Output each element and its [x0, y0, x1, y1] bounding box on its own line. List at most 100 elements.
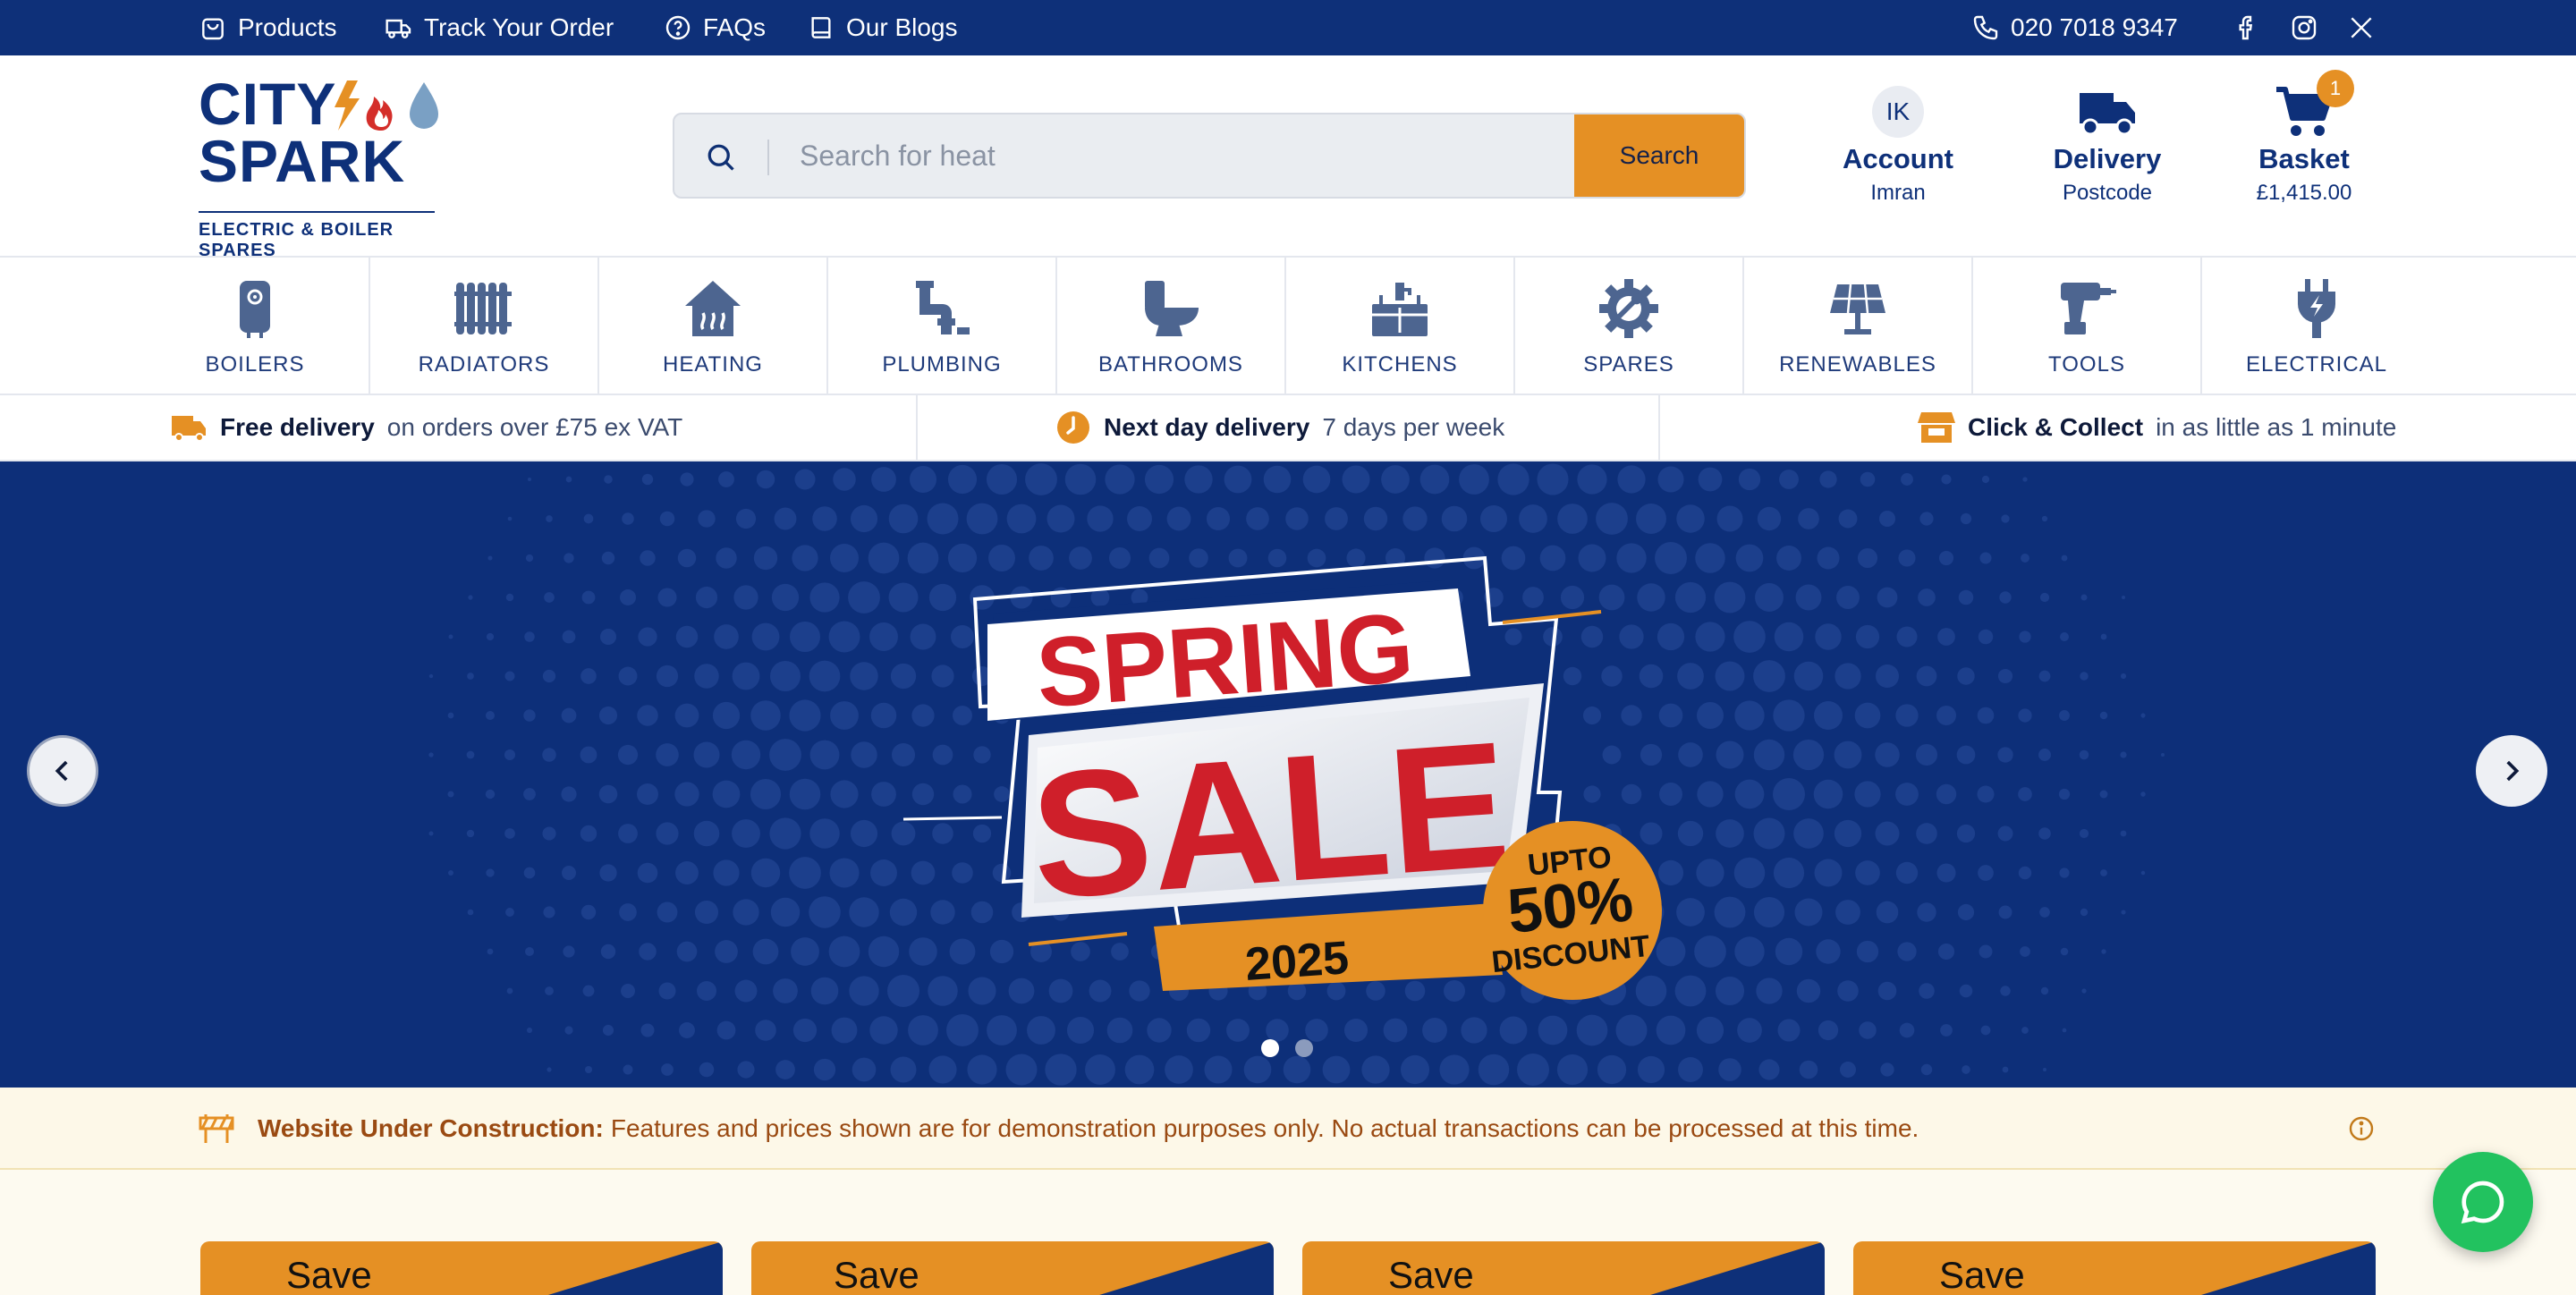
- halftone-dot: [735, 508, 757, 529]
- halftone-dot: [849, 897, 879, 927]
- halftone-dot: [1793, 818, 1824, 849]
- halftone-dot: [1936, 783, 1957, 805]
- halftone-dot: [487, 555, 493, 561]
- halftone-dot: [1859, 1021, 1877, 1039]
- banner-word-sale: SALE: [1025, 705, 1515, 937]
- halftone-dot: [1917, 902, 1936, 922]
- drill-icon: [2061, 283, 2116, 334]
- facebook-icon[interactable]: [2233, 13, 2261, 42]
- halftone-dot: [716, 1020, 736, 1040]
- halftone-dot: [1875, 742, 1900, 767]
- halftone-dot: [1596, 503, 1628, 535]
- halftone-dot: [1899, 1022, 1915, 1038]
- brand-logo[interactable]: CITY SPARK ELECTRIC & BOILER SPARES: [199, 74, 449, 260]
- usp-click-collect: Click & Collect in as little as 1 minute: [1918, 395, 2396, 460]
- promo-card[interactable]: Save: [751, 1241, 1274, 1295]
- halftone-dot: [1999, 591, 2012, 604]
- halftone-dot: [1166, 506, 1191, 531]
- halftone-dot: [750, 778, 782, 810]
- halftone-dot: [1696, 701, 1724, 730]
- promo-card[interactable]: Save: [1853, 1241, 2376, 1295]
- carousel-dot-1[interactable]: [1261, 1039, 1279, 1057]
- halftone-dot: [750, 700, 781, 731]
- halftone-dot: [850, 662, 878, 690]
- halftone-dot: [637, 783, 658, 805]
- halftone-dot: [810, 977, 839, 1005]
- halftone-dot: [2022, 477, 2028, 482]
- halftone-dot: [505, 908, 514, 917]
- halftone-dot: [1400, 1054, 1430, 1085]
- halftone-dot: [1577, 464, 1607, 495]
- info-icon[interactable]: [2347, 1114, 2376, 1143]
- halftone-dot: [986, 463, 1018, 495]
- promo-card[interactable]: Save: [200, 1241, 723, 1295]
- track-order-link[interactable]: Track Your Order: [385, 0, 614, 55]
- usp-subtitle: 7 days per week: [1322, 413, 1505, 441]
- category-kitchens[interactable]: KITCHENS: [1286, 258, 1515, 394]
- basket-menu[interactable]: 1 Basket £1,415.00: [2252, 70, 2356, 206]
- halftone-dot: [506, 987, 513, 995]
- halftone-dot: [564, 553, 574, 563]
- halftone-dot: [2040, 986, 2049, 995]
- category-boilers[interactable]: BOILERS: [141, 258, 370, 394]
- halftone-dot: [830, 544, 859, 572]
- halftone-dot: [1796, 978, 1821, 1003]
- promo-card[interactable]: Save: [1302, 1241, 1825, 1295]
- halftone-dot: [830, 780, 859, 808]
- halftone-dot: [752, 938, 779, 965]
- chat-button[interactable]: [2433, 1152, 2533, 1252]
- halftone-dot: [1977, 707, 1995, 724]
- instagram-icon[interactable]: [2290, 13, 2318, 42]
- halftone-dot: [732, 819, 760, 848]
- halftone-dot: [2122, 596, 2125, 599]
- hero-banner[interactable]: SPRING SALE 2025 UPTO 50% DISCOUNT: [0, 461, 2576, 1088]
- halftone-dot: [909, 465, 937, 494]
- carousel-prev-button[interactable]: [27, 735, 98, 807]
- carousel-dot-2[interactable]: [1295, 1039, 1313, 1057]
- halftone-dot: [2018, 787, 2032, 801]
- carousel-next-button[interactable]: [2476, 735, 2547, 807]
- halftone-dot: [1979, 552, 1992, 564]
- category-bathrooms[interactable]: BATHROOMS: [1057, 258, 1286, 394]
- halftone-dot: [676, 941, 698, 962]
- halftone-dot: [526, 1027, 533, 1034]
- halftone-dot: [656, 822, 679, 845]
- halftone-dot: [1815, 623, 1842, 650]
- search-bar[interactable]: Search for heat Search: [673, 113, 1746, 199]
- halftone-dot: [1715, 976, 1745, 1006]
- category-electrical[interactable]: ELECTRICAL: [2202, 258, 2431, 394]
- products-link[interactable]: Products: [199, 0, 337, 55]
- delivery-label: Delivery: [2053, 143, 2162, 174]
- category-plumbing[interactable]: PLUMBING: [828, 258, 1057, 394]
- halftone-dot: [695, 586, 718, 609]
- category-radiators[interactable]: RADIATORS: [370, 258, 599, 394]
- halftone-dot: [1144, 464, 1174, 495]
- halftone-dot: [693, 820, 720, 847]
- halftone-dot: [890, 1056, 917, 1083]
- faqs-link[interactable]: FAQs: [664, 0, 766, 55]
- blogs-link[interactable]: Our Blogs: [807, 0, 958, 55]
- halftone-dot: [657, 588, 677, 607]
- halftone-dot: [622, 512, 634, 525]
- category-tools[interactable]: TOOLS: [1973, 258, 2202, 394]
- phone-link[interactable]: 020 7018 9347: [1971, 0, 2178, 55]
- category-spares[interactable]: SPARES: [1515, 258, 1744, 394]
- halftone-dot: [1857, 547, 1878, 569]
- halftone-dot: [524, 946, 535, 957]
- account-menu[interactable]: IK Account Imran: [1841, 86, 1955, 206]
- banner-year: 2025: [1243, 932, 1350, 991]
- basket-total: £1,415.00: [2256, 181, 2352, 205]
- x-icon[interactable]: [2347, 13, 2376, 42]
- halftone-dot: [1459, 464, 1489, 495]
- delivery-menu[interactable]: Delivery Postcode: [2045, 86, 2170, 206]
- category-heating[interactable]: HEATING: [599, 258, 828, 394]
- halftone-dot: [755, 1020, 776, 1041]
- halftone-dot: [428, 752, 434, 758]
- search-input[interactable]: Search for heat: [800, 114, 996, 197]
- halftone-dot: [770, 897, 801, 927]
- search-button[interactable]: Search: [1574, 114, 1744, 197]
- halftone-dot: [713, 859, 740, 886]
- halftone-dot: [466, 829, 475, 838]
- category-renewables[interactable]: RENEWABLES: [1744, 258, 1973, 394]
- promo-card-title: Save: [1939, 1254, 2025, 1295]
